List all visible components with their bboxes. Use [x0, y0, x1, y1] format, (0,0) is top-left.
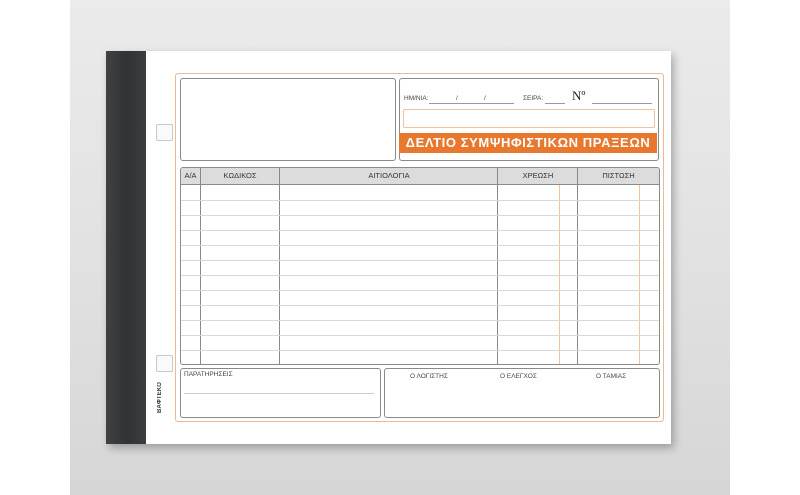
date-separator: /: [456, 95, 458, 102]
date-label: ΗΜ/ΝΙΑ:: [404, 95, 429, 102]
table-row-line: [181, 350, 659, 351]
recipient-field: [403, 109, 655, 128]
auditor-label: Ο ΕΛΕΓΧΟΣ: [500, 373, 537, 380]
table-row-line: [181, 230, 659, 231]
table-row-line: [181, 245, 659, 246]
table-header: Α/Α ΚΩΔΙΚΟΣ ΑΙΤΙΟΛΟΓΙΑ ΧΡΕΩΣΗ ΠΙΣΤΩΣΗ: [181, 168, 659, 185]
table-row-line: [181, 290, 659, 291]
table-row-line: [181, 260, 659, 261]
company-box: [180, 78, 396, 161]
punch-hole-bottom: [156, 355, 173, 372]
number-label: Nº: [572, 88, 586, 103]
header-description: ΑΙΤΙΟΛΟΓΙΑ: [368, 171, 410, 180]
header-code: ΚΩΔΙΚΟΣ: [223, 171, 257, 180]
cashier-label: Ο ΤΑΜΙΑΣ: [596, 373, 627, 380]
remarks-label: ΠΑΡΑΤΗΡΗΣΕΙΣ: [184, 371, 233, 378]
punch-hole-top: [156, 124, 173, 141]
table-row-line: [181, 305, 659, 306]
number-field: [592, 103, 652, 104]
series-field: [545, 103, 565, 104]
document-title: ΔΕΛΤΙΟ ΣΥΜΨΗΦΙΣΤΙΚΩΝ ΠΡΑΞΕΩΝ: [399, 133, 657, 153]
table-row-line: [181, 275, 659, 276]
header-aa: Α/Α: [184, 171, 197, 180]
entries-table: Α/Α ΚΩΔΙΚΟΣ ΑΙΤΙΟΛΟΓΙΑ ΧΡΕΩΣΗ ΠΙΣΤΩΣΗ: [180, 167, 660, 365]
table-row-line: [181, 200, 659, 201]
header-credit: ΠΙΣΤΩΣΗ: [602, 171, 635, 180]
remarks-line: [184, 393, 374, 394]
table-row-line: [181, 335, 659, 336]
date-separator: /: [484, 95, 486, 102]
accountant-label: Ο ΛΟΓΙΣΤΗΣ: [410, 373, 448, 380]
binding-spine: [106, 51, 146, 444]
date-field: [429, 103, 514, 104]
table-row-line: [181, 320, 659, 321]
header-debit: ΧΡΕΩΣΗ: [522, 171, 554, 180]
table-row-line: [181, 215, 659, 216]
series-label: ΣΕΙΡΑ:: [523, 95, 544, 102]
brand-mark: ΒΑΦΤΕΚΟ: [157, 381, 163, 413]
